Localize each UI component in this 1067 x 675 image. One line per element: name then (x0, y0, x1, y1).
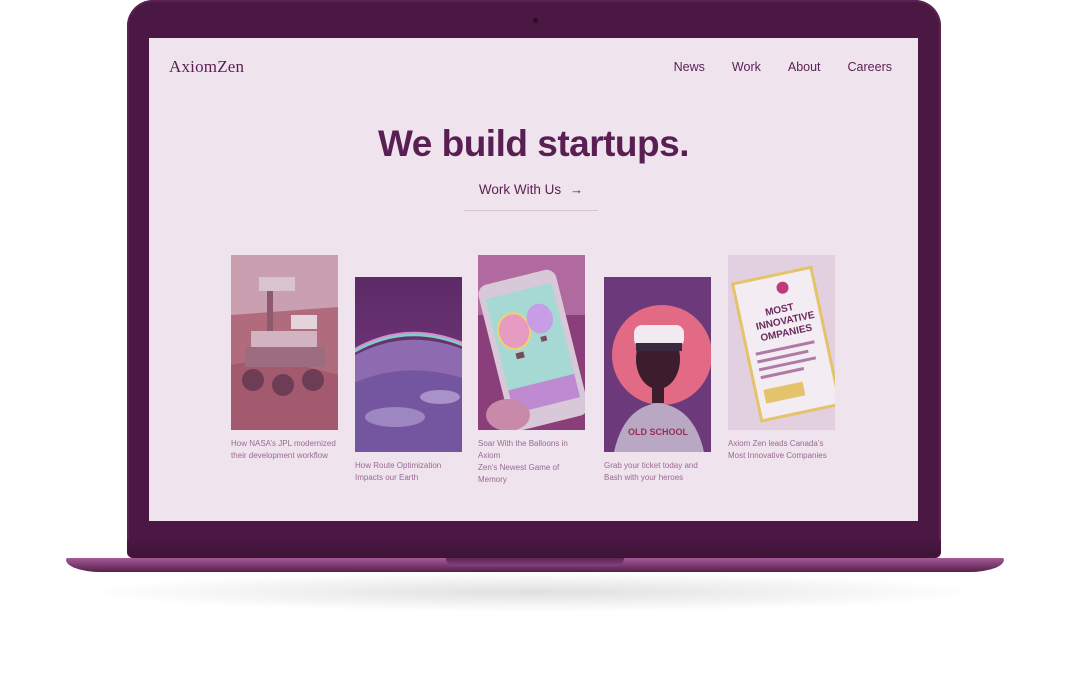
mars-rover-image (231, 255, 338, 430)
caption-line: their development workflow (231, 451, 328, 460)
earth-image (355, 277, 462, 452)
laptop-notch (446, 558, 624, 566)
caption-line: Bash with your heroes (604, 473, 684, 482)
nav-about[interactable]: About (788, 60, 821, 74)
laptop-hinge (127, 540, 941, 558)
laptop-screen: AxiomZen News Work About Careers We buil… (149, 38, 918, 521)
card-caption: How NASA’s JPL modernized their developm… (231, 438, 338, 462)
hero-headline: We build startups. (377, 123, 690, 164)
article-card-vr[interactable]: OLD SCHOOL Grab your ticket today and Ba… (604, 277, 711, 484)
nav-careers[interactable]: Careers (848, 60, 892, 74)
caption-line: Zen’s Newest Game of Memory (478, 463, 560, 484)
caption-line: Most Innovative Companies (728, 451, 827, 460)
article-card-nasa[interactable]: How NASA’s JPL modernized their developm… (231, 255, 338, 462)
article-card-magazine[interactable]: MOST INNOVATIVE OMPANIES Axiom Zen leads… (728, 255, 835, 462)
card-caption: Grab your ticket today and Bash with you… (604, 460, 711, 484)
caption-line: Grab your ticket today and (604, 461, 698, 470)
article-card-balloons[interactable]: Soar With the Balloons in Axiom Zen’s Ne… (478, 255, 585, 486)
card-caption: Soar With the Balloons in Axiom Zen’s Ne… (478, 438, 585, 486)
vr-headset-image: OLD SCHOOL (604, 277, 711, 452)
article-card-route[interactable]: How Route Optimization Impacts our Earth (355, 277, 462, 484)
axiomzen-logo[interactable]: AxiomZen (169, 57, 244, 77)
card-caption: How Route Optimization Impacts our Earth (355, 460, 462, 484)
shirt-text: OLD SCHOOL (628, 427, 689, 437)
webcam (533, 18, 538, 23)
arrow-right-icon: → (570, 182, 584, 197)
caption-line: Soar With the Balloons in Axiom (478, 439, 568, 460)
caption-line: Axiom Zen leads Canada’s (728, 439, 824, 448)
caption-line: How NASA’s JPL modernized (231, 439, 336, 448)
nav-work[interactable]: Work (732, 60, 761, 74)
caption-line: How Route Optimization (355, 461, 442, 470)
card-caption: Axiom Zen leads Canada’s Most Innovative… (728, 438, 835, 462)
work-with-us-link[interactable]: Work With Us → (464, 182, 598, 211)
main-nav: News Work About Careers (647, 60, 892, 74)
nav-news[interactable]: News (674, 60, 705, 74)
phone-balloons-image (478, 255, 585, 430)
magazine-image: MOST INNOVATIVE OMPANIES (728, 255, 835, 430)
caption-line: Impacts our Earth (355, 473, 419, 482)
laptop-shadow (80, 572, 990, 612)
cta-label: Work With Us (478, 182, 562, 197)
